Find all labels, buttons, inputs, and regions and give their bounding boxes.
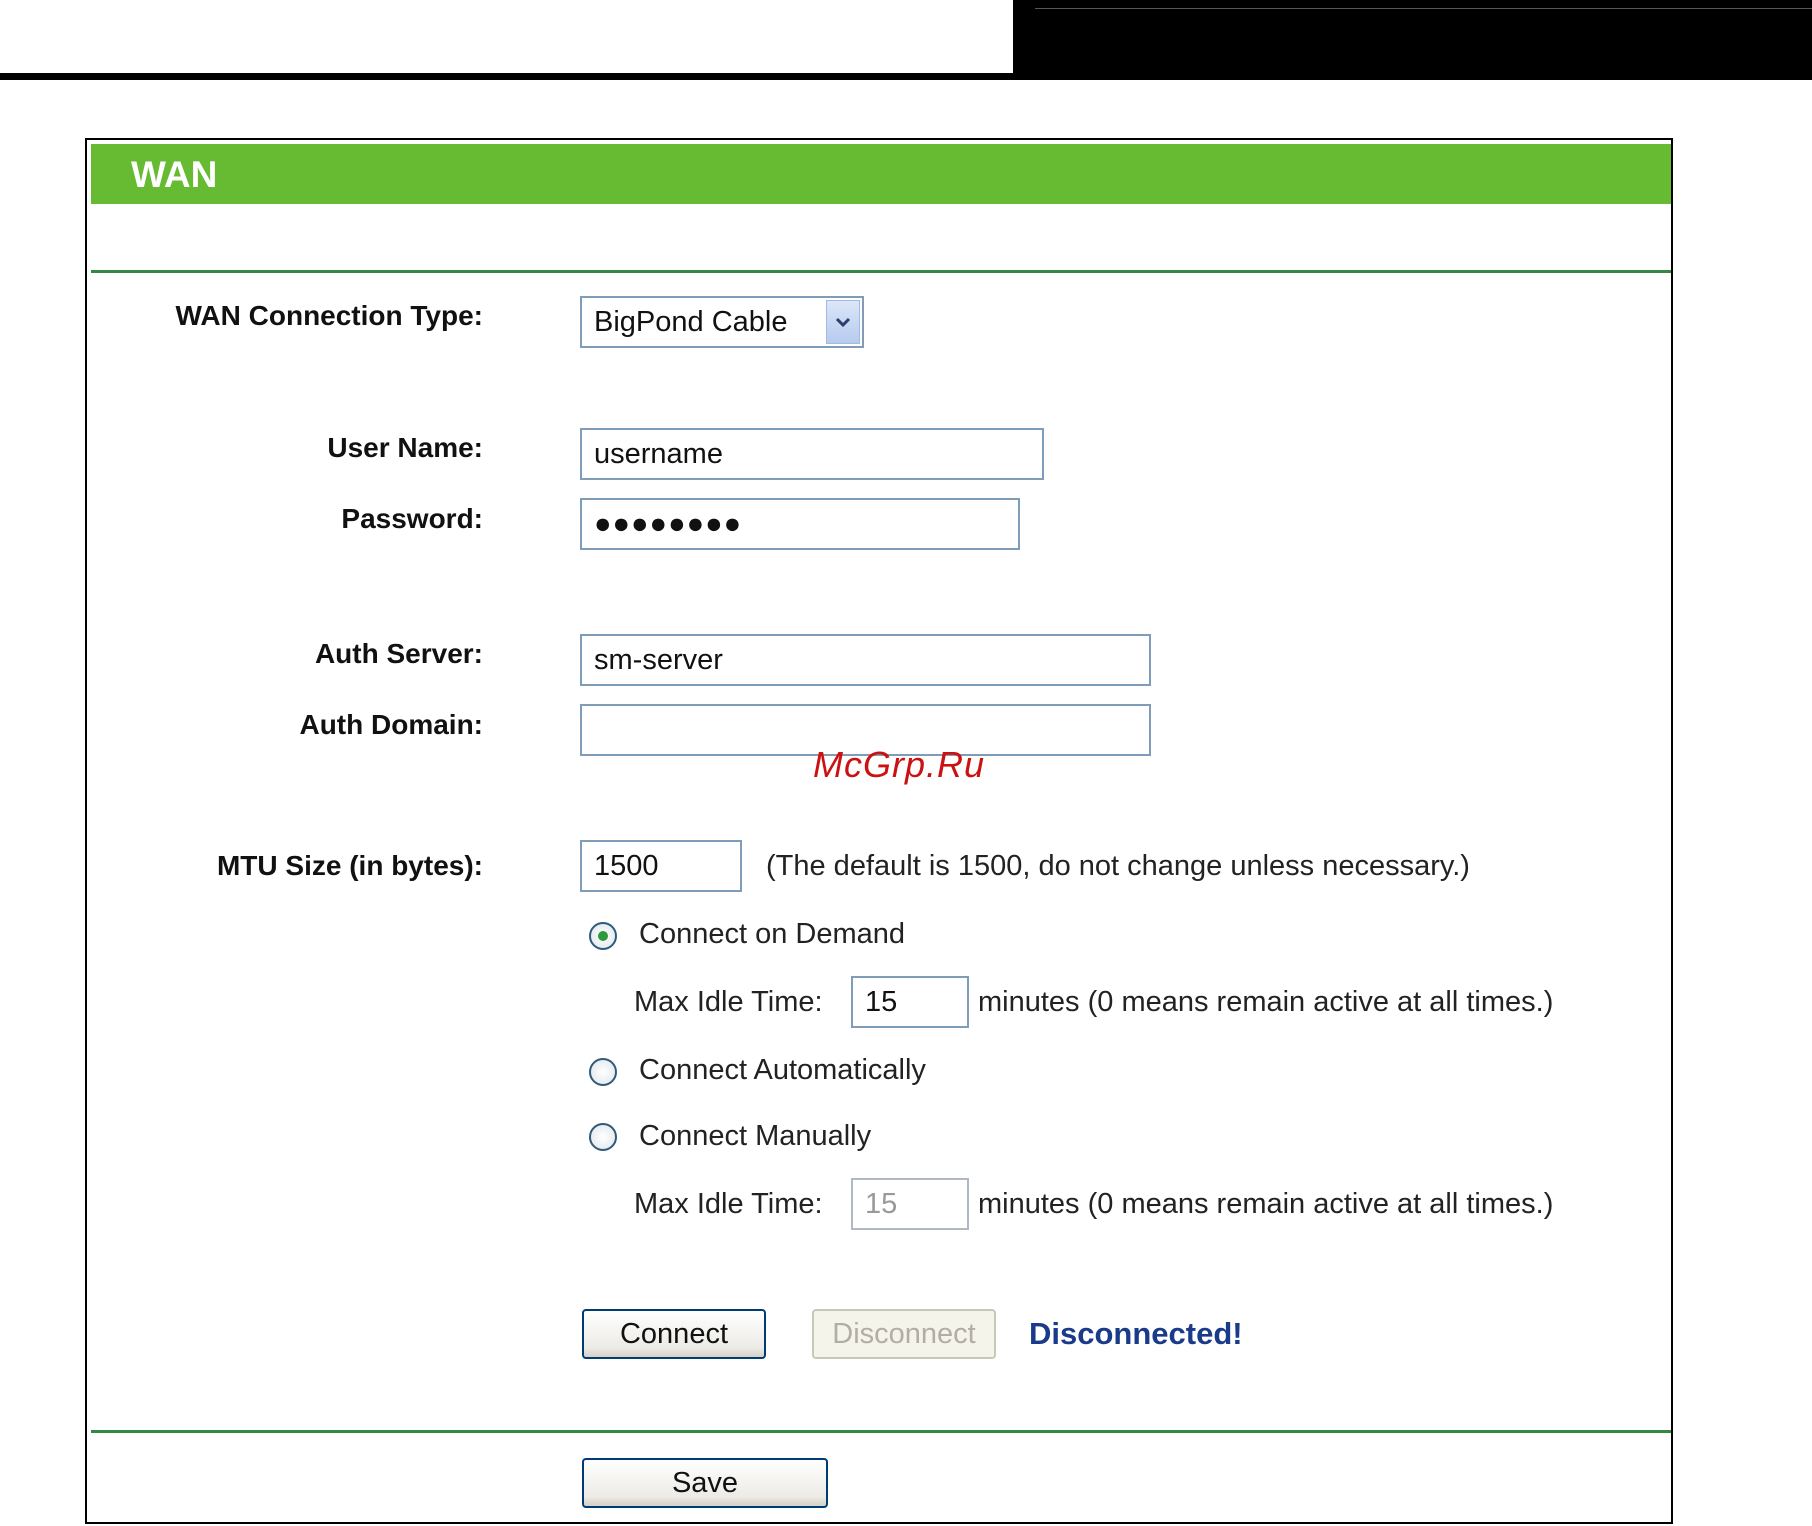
auth-server-input[interactable]: sm-server [580,634,1151,686]
manual-idle-input[interactable]: 15 [851,1178,969,1230]
manual-idle-label: Max Idle Time: [634,1188,823,1220]
top-black-block [1013,0,1812,77]
connect-on-demand-label: Connect on Demand [639,918,905,950]
save-button[interactable]: Save [582,1458,828,1508]
wan-panel: WAN WAN Connection Type: BigPond Cable U… [85,138,1673,1524]
demand-idle-input[interactable]: 15 [851,976,969,1028]
connect-on-demand-radio[interactable] [589,922,617,950]
chevron-down-icon[interactable] [826,300,860,344]
bottom-divider [91,1430,1671,1433]
disconnect-button[interactable]: Disconnect [812,1309,996,1359]
title-bar: WAN [91,144,1671,204]
connect-manually-label: Connect Manually [639,1120,872,1152]
connection-type-select[interactable]: BigPond Cable [580,296,864,348]
password-label: Password: [341,503,483,534]
demand-idle-label: Max Idle Time: [634,986,823,1018]
connection-type-value: BigPond Cable [594,306,788,338]
password-input[interactable]: ●●●●●●●● [580,498,1020,550]
watermark: McGrp.Ru [813,744,986,785]
mtu-note: (The default is 1500, do not change unle… [766,850,1470,882]
user-name-input[interactable]: username [580,428,1044,480]
page-title: WAN [131,154,218,195]
demand-idle-note: minutes (0 means remain active at all ti… [978,986,1554,1018]
mtu-input[interactable]: 1500 [580,840,742,892]
connect-automatically-label: Connect Automatically [639,1054,926,1086]
auth-domain-label: Auth Domain: [299,709,483,740]
connect-button[interactable]: Connect [582,1309,766,1359]
mtu-label: MTU Size (in bytes): [216,850,483,881]
top-divider [91,270,1671,273]
manual-idle-note: minutes (0 means remain active at all ti… [978,1188,1554,1220]
auth-server-label: Auth Server: [314,638,483,669]
connection-type-label: WAN Connection Type: [175,300,483,331]
user-name-label: User Name: [327,432,483,463]
connection-status: Disconnected! [1029,1316,1243,1351]
connect-automatically-radio[interactable] [589,1058,617,1086]
connect-manually-radio[interactable] [589,1123,617,1151]
